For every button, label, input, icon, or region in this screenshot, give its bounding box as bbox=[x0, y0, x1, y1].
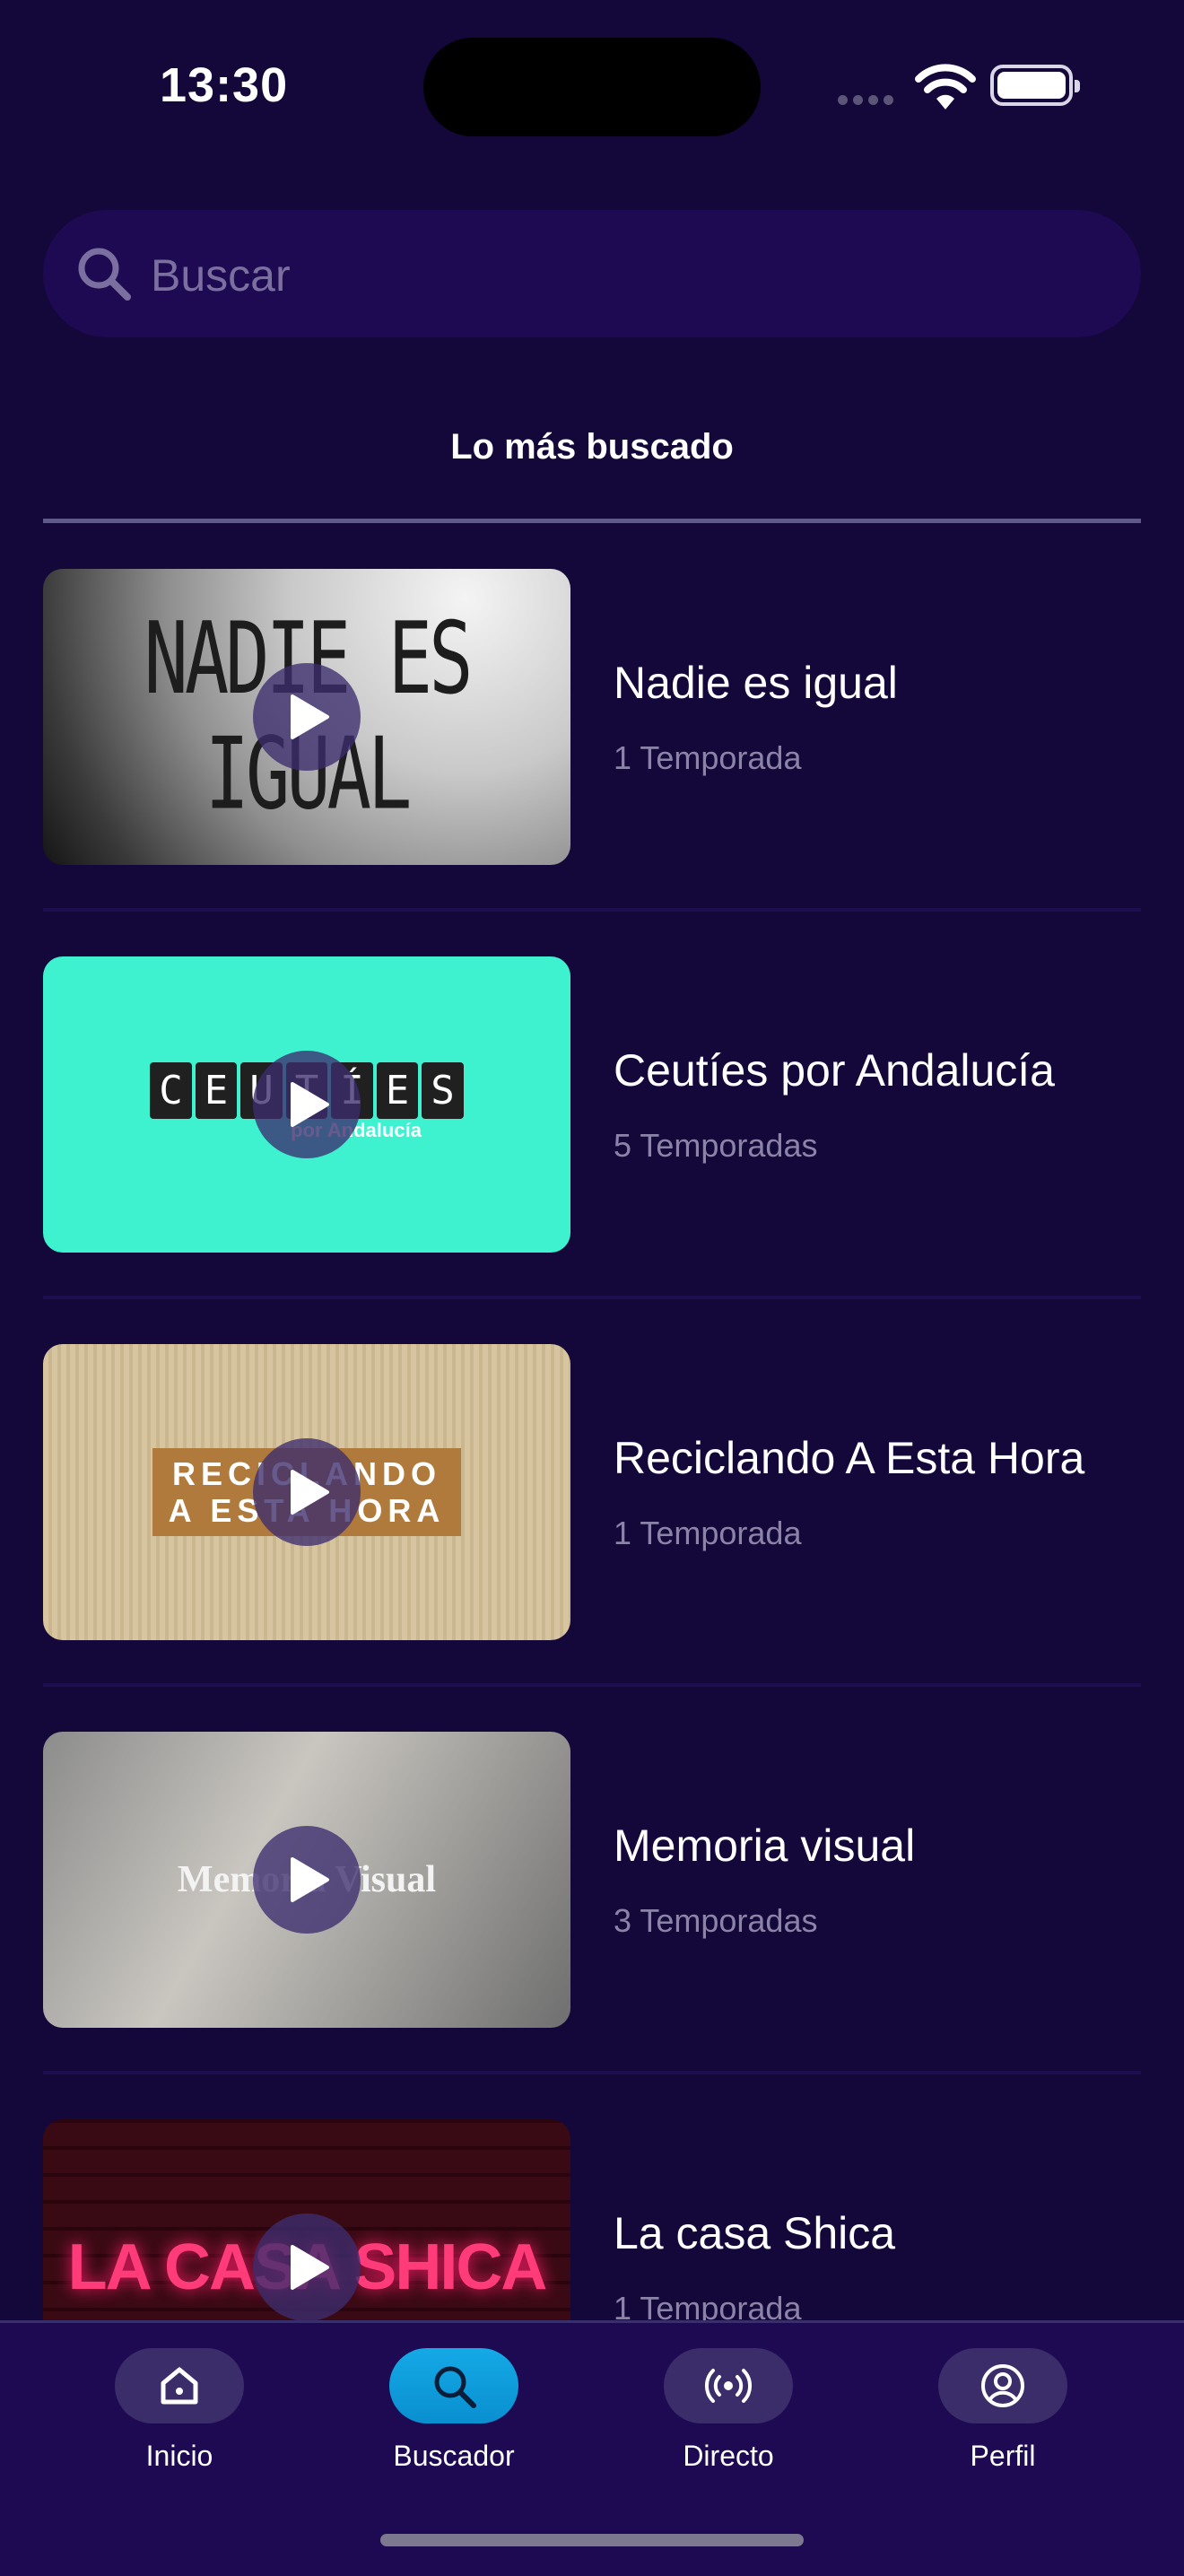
item-subtitle: 1 Temporada bbox=[614, 1515, 802, 1551]
search-icon bbox=[434, 2366, 476, 2408]
play-icon bbox=[291, 2245, 329, 2290]
broadcast-icon bbox=[704, 2369, 753, 2403]
thumbnail-letter: E bbox=[195, 1061, 238, 1119]
list-item[interactable]: RECICLANDO A ESTA HORA Reciclando A Esta… bbox=[0, 1344, 1184, 1732]
wifi-icon bbox=[915, 64, 976, 109]
section-underline bbox=[43, 519, 1141, 523]
divider bbox=[43, 908, 1141, 912]
nav-item-directo[interactable]: Directo bbox=[648, 2348, 809, 2483]
list-item[interactable]: Memoria Visual Memoria visual 3 Temporad… bbox=[0, 1732, 1184, 2119]
nav-item-perfil[interactable]: Perfil bbox=[922, 2348, 1084, 2483]
search-icon bbox=[78, 248, 131, 301]
play-button[interactable] bbox=[253, 2214, 361, 2321]
nav-item-buscador[interactable]: Buscador bbox=[373, 2348, 535, 2483]
play-button[interactable] bbox=[253, 663, 361, 771]
item-title: La casa Shica bbox=[614, 2208, 896, 2258]
item-subtitle: 1 Temporada bbox=[614, 739, 802, 776]
list-item[interactable]: CEUTÍES por Andalucía Ceutíes por Andalu… bbox=[0, 956, 1184, 1344]
play-button[interactable] bbox=[253, 1438, 361, 1546]
search-input[interactable]: Buscar bbox=[43, 210, 1141, 337]
list-item[interactable]: NADIE ES IGUAL Nadie es igual 1 Temporad… bbox=[0, 569, 1184, 956]
nav-item-inicio[interactable]: Inicio bbox=[99, 2348, 260, 2483]
status-bar: 13:30 bbox=[0, 0, 1184, 162]
status-time: 13:30 bbox=[160, 58, 289, 112]
nav-pill[interactable] bbox=[115, 2348, 244, 2423]
play-icon bbox=[291, 1857, 329, 1902]
cellular-signal-icon bbox=[838, 93, 899, 109]
nav-label: Directo bbox=[683, 2440, 774, 2472]
play-button[interactable] bbox=[253, 1051, 361, 1158]
item-title: Ceutíes por Andalucía bbox=[614, 1045, 1055, 1096]
nav-pill[interactable] bbox=[664, 2348, 793, 2423]
thumbnail[interactable]: NADIE ES IGUAL bbox=[43, 569, 570, 865]
nav-label: Perfil bbox=[970, 2440, 1036, 2472]
thumbnail[interactable]: RECICLANDO A ESTA HORA bbox=[43, 1344, 570, 1640]
home-icon bbox=[161, 2367, 198, 2405]
item-title: Reciclando A Esta Hora bbox=[614, 1433, 1085, 1483]
item-subtitle: 3 Temporadas bbox=[614, 1902, 818, 1939]
item-subtitle: 5 Temporadas bbox=[614, 1127, 818, 1164]
search-placeholder: Buscar bbox=[151, 250, 291, 301]
thumbnail[interactable]: CEUTÍES por Andalucía bbox=[43, 956, 570, 1253]
thumbnail-letter: S bbox=[422, 1061, 464, 1119]
battery-icon bbox=[990, 65, 1080, 106]
nav-label: Inicio bbox=[145, 2440, 213, 2472]
home-indicator[interactable] bbox=[380, 2534, 804, 2546]
nav-pill[interactable] bbox=[938, 2348, 1067, 2423]
thumbnail[interactable]: Memoria Visual bbox=[43, 1732, 570, 2028]
divider bbox=[43, 1683, 1141, 1687]
thumbnail-letter: E bbox=[376, 1061, 419, 1119]
play-icon bbox=[291, 1470, 329, 1515]
divider bbox=[43, 1296, 1141, 1299]
section-title: Lo más buscado bbox=[450, 427, 734, 467]
divider bbox=[43, 2071, 1141, 2074]
dynamic-island bbox=[423, 38, 761, 136]
profile-icon bbox=[981, 2364, 1024, 2407]
play-icon bbox=[291, 1082, 329, 1127]
thumbnail-letter: C bbox=[150, 1061, 192, 1119]
nav-pill-active[interactable] bbox=[389, 2348, 518, 2423]
item-title: Memoria visual bbox=[614, 1821, 916, 1871]
play-button[interactable] bbox=[253, 1826, 361, 1934]
item-title: Nadie es igual bbox=[614, 658, 898, 708]
play-icon bbox=[291, 694, 329, 739]
nav-label: Buscador bbox=[393, 2440, 515, 2472]
